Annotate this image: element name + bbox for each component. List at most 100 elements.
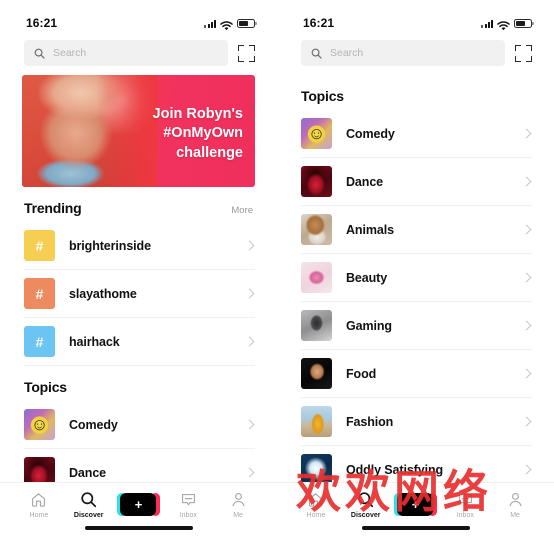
battery-icon	[237, 18, 257, 28]
chevron-right-icon	[521, 272, 532, 283]
tab-me[interactable]: Me	[215, 490, 261, 519]
search-icon	[80, 490, 97, 509]
right-topics-title: Topics	[301, 88, 344, 104]
tab-label: Inbox	[179, 512, 197, 519]
search-icon	[311, 48, 322, 59]
status-time: 16:21	[303, 16, 335, 30]
chevron-right-icon	[521, 176, 532, 187]
promo-banner[interactable]: Join Robyn's #OnMyOwn challenge	[22, 75, 255, 187]
tab-label: Me	[510, 512, 520, 519]
left-topics-title: Topics	[24, 379, 67, 395]
list-item-thumbnail	[301, 118, 332, 149]
list-item-thumbnail	[301, 214, 332, 245]
tab-inbox[interactable]: Inbox	[165, 490, 211, 519]
chevron-right-icon	[244, 467, 255, 478]
chevron-right-icon	[521, 128, 532, 139]
list-item[interactable]: # slayathome	[24, 270, 255, 318]
chevron-right-icon	[244, 288, 255, 299]
list-item-thumbnail	[301, 166, 332, 197]
chevron-right-icon	[244, 336, 255, 347]
list-item-label: Comedy	[346, 126, 395, 141]
signal-icon	[481, 19, 493, 28]
status-icons	[481, 18, 534, 31]
banner-line-3: challenge	[176, 144, 243, 161]
search-row: Search	[277, 34, 554, 75]
tab-create[interactable]: +	[115, 490, 161, 517]
wifi-icon	[497, 18, 510, 31]
list-item-label: Beauty	[346, 270, 388, 285]
list-item-thumbnail: #	[24, 278, 55, 309]
list-item[interactable]: # brighterinside	[24, 222, 255, 270]
list-item-label: brighterinside	[69, 238, 151, 253]
status-bar: 16:21	[277, 0, 554, 34]
list-item-thumbnail	[301, 262, 332, 293]
list-item[interactable]: # hairhack	[24, 318, 255, 366]
search-input[interactable]: Search	[24, 40, 228, 66]
right-topics-header: Topics	[277, 75, 554, 110]
chevron-right-icon	[244, 419, 255, 430]
chevron-right-icon	[521, 368, 532, 379]
list-item-label: Fashion	[346, 414, 394, 429]
screenshot-root: 16:21 Search Join Robyn's #OnMyOwn chall…	[0, 0, 554, 538]
watermark: 欢欢网络	[296, 465, 493, 518]
list-item-thumbnail	[24, 409, 55, 440]
right-topics-list: Comedy Dance Animals Beauty Gaming Food Fashio…	[277, 110, 554, 494]
left-topics-header: Topics	[0, 366, 277, 401]
create-button-wrap: +	[116, 490, 160, 517]
trending-list: # brighterinside # slayathome # hairhack	[0, 222, 277, 366]
list-item[interactable]: Animals	[301, 206, 532, 254]
search-placeholder: Search	[53, 47, 87, 59]
list-item[interactable]: Beauty	[301, 254, 532, 302]
person-icon	[507, 490, 524, 509]
list-item-label: Animals	[346, 222, 394, 237]
banner-line-2: #OnMyOwn	[163, 125, 243, 142]
list-item[interactable]: Comedy	[24, 401, 255, 449]
list-item[interactable]: Dance	[301, 158, 532, 206]
trending-title: Trending	[24, 200, 82, 216]
status-icons	[204, 18, 257, 31]
list-item-thumbnail: #	[24, 326, 55, 357]
qr-scan-icon[interactable]	[515, 44, 532, 62]
wifi-icon	[220, 18, 233, 31]
trending-more-link[interactable]: More	[231, 205, 253, 216]
search-input[interactable]: Search	[301, 40, 505, 66]
chevron-right-icon	[244, 240, 255, 251]
home-icon	[30, 490, 47, 509]
trending-header: Trending More	[0, 187, 277, 222]
list-item-label: Comedy	[69, 417, 118, 432]
inbox-icon	[180, 490, 197, 509]
list-item-label: Gaming	[346, 318, 392, 333]
list-item-label: Food	[346, 366, 377, 381]
create-icon[interactable]: +	[116, 492, 160, 516]
chevron-right-icon	[521, 224, 532, 235]
list-item-thumbnail	[301, 406, 332, 437]
person-icon	[230, 490, 247, 509]
tab-label: Home	[29, 512, 49, 519]
tab-home[interactable]: Home	[16, 490, 62, 519]
qr-scan-icon[interactable]	[238, 44, 255, 62]
list-item-label: Dance	[69, 465, 107, 480]
left-phone-screen: 16:21 Search Join Robyn's #OnMyOwn chall…	[0, 0, 277, 538]
signal-icon	[204, 19, 216, 28]
home-indicator	[361, 526, 470, 530]
list-item[interactable]: Gaming	[301, 302, 532, 350]
search-placeholder: Search	[330, 47, 364, 59]
banner-line-1: Join Robyn's	[152, 106, 243, 122]
list-item-label: hairhack	[69, 334, 120, 349]
status-bar: 16:21	[0, 0, 277, 34]
chevron-right-icon	[521, 320, 532, 331]
home-indicator	[84, 526, 193, 530]
list-item[interactable]: Fashion	[301, 398, 532, 446]
tab-label: Me	[233, 512, 243, 519]
chevron-right-icon	[521, 464, 532, 475]
list-item[interactable]: Comedy	[301, 110, 532, 158]
banner-text: Join Robyn's #OnMyOwn challenge	[153, 105, 243, 163]
list-item-thumbnail	[301, 358, 332, 389]
list-item-thumbnail: #	[24, 230, 55, 261]
tab-me[interactable]: Me	[492, 490, 538, 519]
chevron-right-icon	[521, 416, 532, 427]
banner-photo	[22, 75, 158, 187]
tab-discover[interactable]: Discover	[66, 490, 112, 519]
list-item[interactable]: Food	[301, 350, 532, 398]
list-item-label: slayathome	[69, 286, 137, 301]
